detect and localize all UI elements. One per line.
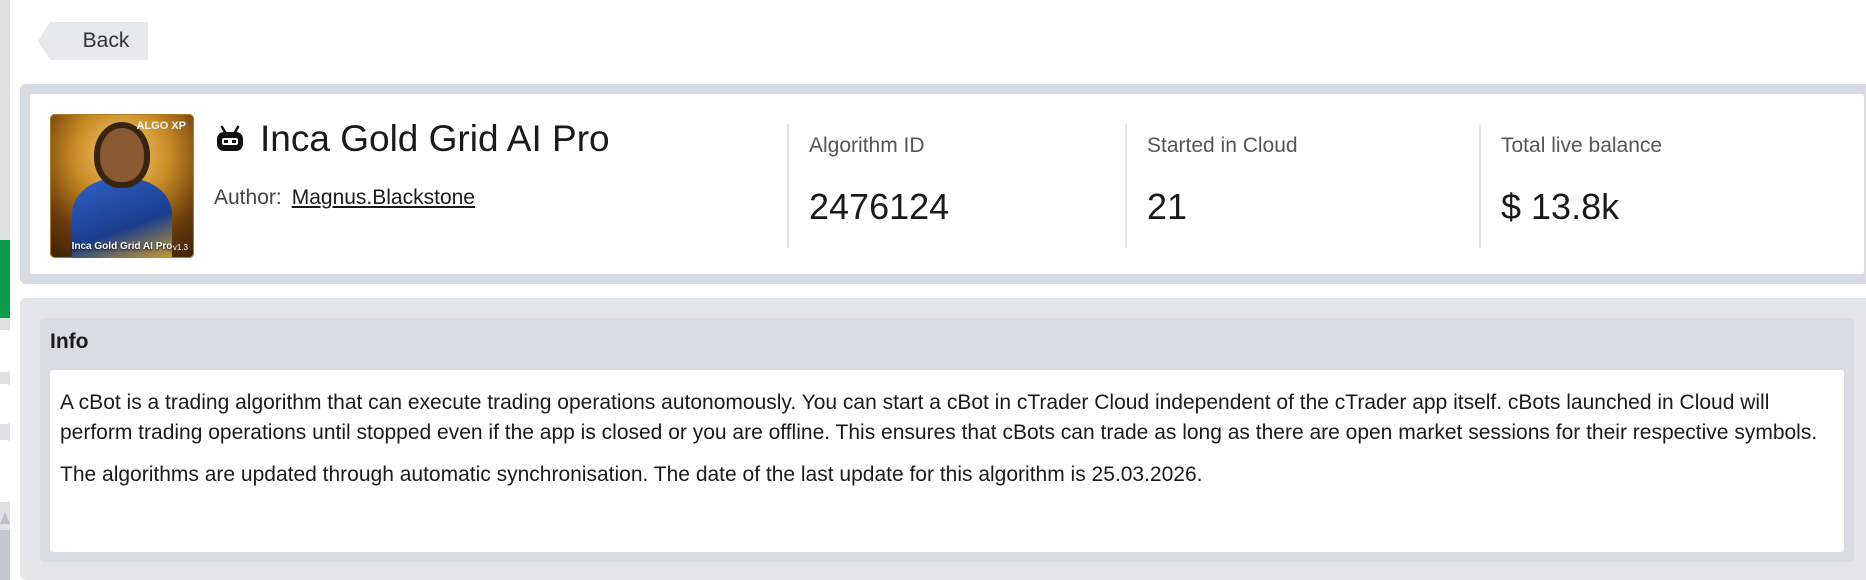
author-label: Author: (214, 186, 282, 209)
stat-label: Total live balance (1501, 134, 1663, 157)
info-body: A cBot is a trading algorithm that can e… (50, 370, 1844, 552)
robot-icon (214, 125, 246, 153)
algorithm-header-inner: ALGO XP Inca Gold Grid AI Pro v1.3 Inca … (30, 94, 1864, 274)
algorithm-title-row: Inca Gold Grid AI Pro (214, 118, 610, 160)
sidebar-tab[interactable] (0, 440, 10, 502)
logo-figure-head (100, 128, 144, 182)
left-sidebar-strip (0, 0, 10, 580)
main-content: Back ALGO XP Inca Gold Grid AI Pro v1.3 (10, 0, 1866, 580)
author-link[interactable]: Magnus.Blackstone (292, 186, 475, 209)
stat-total-live-balance: Total live balance $ 13.8k (1479, 124, 1859, 248)
sidebar-scrollbar[interactable] (0, 530, 10, 580)
stat-label: Algorithm ID (809, 134, 925, 157)
stat-value: 2476124 (809, 186, 950, 227)
logo-version: v1.3 (172, 243, 188, 252)
info-paragraph: The algorithms are updated through autom… (60, 463, 1203, 486)
info-paragraph: A cBot is a trading algorithm that can e… (60, 391, 1818, 444)
sidebar-active-indicator (0, 240, 10, 318)
stat-started-in-cloud: Started in Cloud 21 (1125, 124, 1479, 248)
info-title: Info (50, 330, 89, 353)
author-row: Author: Magnus.Blackstone (214, 186, 475, 210)
algorithm-logo: ALGO XP Inca Gold Grid AI Pro v1.3 (50, 114, 194, 258)
stat-value: $ 13.8k (1501, 186, 1620, 227)
algorithm-header-card: ALGO XP Inca Gold Grid AI Pro v1.3 Inca … (20, 84, 1866, 284)
stat-algorithm-id: Algorithm ID 2476124 (787, 124, 1125, 248)
sidebar-tab[interactable] (0, 384, 10, 424)
scroll-up-arrow-icon[interactable] (0, 512, 10, 524)
back-button[interactable]: Back (38, 22, 148, 60)
stat-label: Started in Cloud (1147, 134, 1298, 157)
stat-value: 21 (1147, 186, 1188, 227)
algorithm-title: Inca Gold Grid AI Pro (260, 118, 610, 159)
sidebar-tab[interactable] (0, 330, 10, 372)
logo-badge: ALGO XP (136, 120, 186, 132)
